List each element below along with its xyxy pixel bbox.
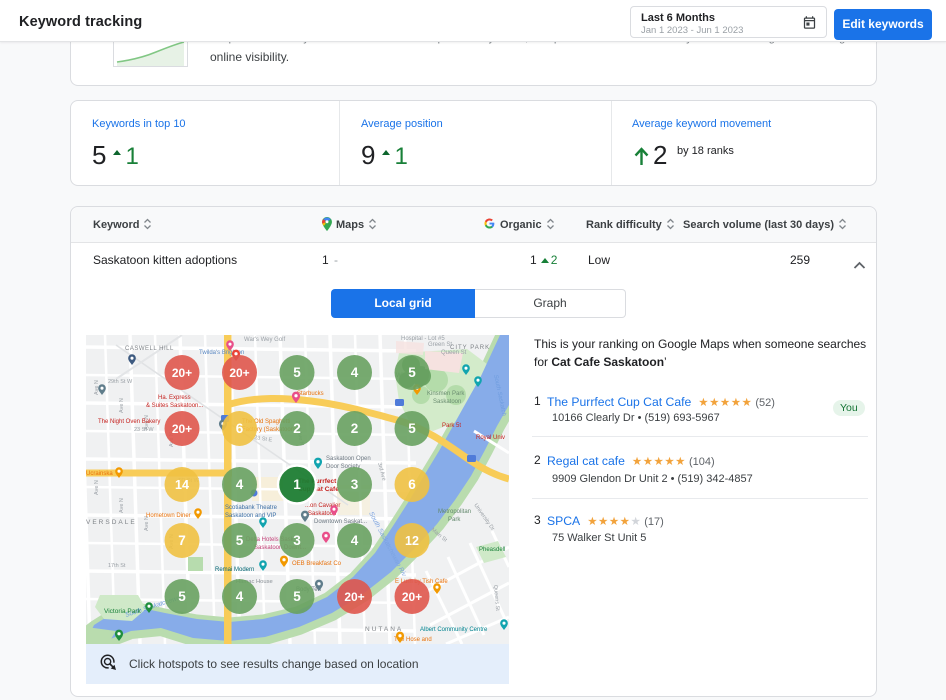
svg-text:Ave N: Ave N (94, 480, 100, 495)
svg-text:2: 2 (351, 421, 359, 436)
svg-text:4: 4 (351, 365, 359, 380)
svg-text:The Night Oven Bakery: The Night Oven Bakery (98, 419, 160, 425)
svg-text:4: 4 (236, 589, 244, 604)
svg-text:17th St: 17th St (108, 563, 126, 569)
svg-text:Starbucks: Starbucks (297, 391, 324, 397)
svg-text:5: 5 (236, 533, 244, 548)
svg-text:War's Wey Golf: War's Wey Golf (244, 337, 285, 343)
svg-text:5: 5 (293, 589, 301, 604)
svg-text:5: 5 (178, 589, 186, 604)
svg-text:6: 6 (408, 477, 416, 492)
svg-text:7: 7 (178, 533, 186, 548)
svg-text:Ave N: Ave N (119, 398, 125, 413)
svg-text:Scotiabank Theatre: Scotiabank Theatre (225, 505, 278, 511)
svg-text:Victoria Park: Victoria Park (104, 608, 141, 615)
svg-text:Albert Community Centre: Albert Community Centre (420, 627, 488, 633)
svg-text:23 St W: 23 St W (134, 427, 154, 433)
svg-text:CASWELL HILL: CASWELL HILL (125, 346, 174, 352)
svg-text:3: 3 (293, 533, 301, 548)
svg-text:5: 5 (408, 365, 416, 380)
svg-text:Royal Univ: Royal Univ (476, 435, 505, 441)
svg-text:Pheasdell: Pheasdell (479, 547, 505, 553)
svg-text:20+: 20+ (172, 366, 192, 380)
svg-text:5: 5 (293, 365, 301, 380)
svg-text:2: 2 (293, 421, 301, 436)
svg-text:12: 12 (405, 534, 419, 548)
svg-text:Kinsmen Park: Kinsmen Park (427, 391, 465, 397)
svg-text:Remai Modern: Remai Modern (215, 567, 254, 573)
svg-text:NUTANA: NUTANA (365, 626, 403, 633)
svg-text:4: 4 (351, 533, 359, 548)
svg-text:3: 3 (351, 477, 359, 492)
svg-text:Ucrainska: Ucrainska (86, 471, 113, 477)
svg-text:Ha. Express: Ha. Express (158, 395, 191, 401)
svg-text:Park: Park (448, 517, 461, 523)
svg-text:20+: 20+ (172, 422, 192, 436)
svg-text:Saskatoon: Saskatoon (433, 399, 461, 405)
svg-text:Hometown Diner: Hometown Diner (146, 513, 191, 519)
svg-text:4: 4 (236, 477, 244, 492)
svg-text:29th St W: 29th St W (108, 379, 133, 385)
svg-text:5: 5 (408, 421, 416, 436)
svg-text:14: 14 (175, 478, 189, 492)
svg-text:Ave N: Ave N (119, 498, 125, 513)
svg-text:Green St: Green St (428, 342, 452, 348)
svg-text:Park 5t: Park 5t (442, 423, 461, 429)
svg-text:20+: 20+ (229, 366, 249, 380)
svg-text:Saskatoon and VIP: Saskatoon and VIP (225, 513, 276, 519)
svg-text:OEB Breakfast Co: OEB Breakfast Co (292, 561, 342, 567)
svg-text:& Suites Saskatoon...: & Suites Saskatoon... (146, 403, 204, 409)
svg-text:20+: 20+ (402, 590, 422, 604)
svg-text:Queen St: Queen St (441, 350, 467, 356)
svg-text:1: 1 (293, 477, 301, 492)
svg-text:6: 6 (236, 421, 244, 436)
svg-text:VERSDALE: VERSDALE (86, 519, 137, 526)
svg-text:Metropolitan: Metropolitan (438, 509, 471, 515)
svg-text:Saskatoon Open: Saskatoon Open (326, 456, 371, 462)
svg-text:20+: 20+ (344, 590, 364, 604)
